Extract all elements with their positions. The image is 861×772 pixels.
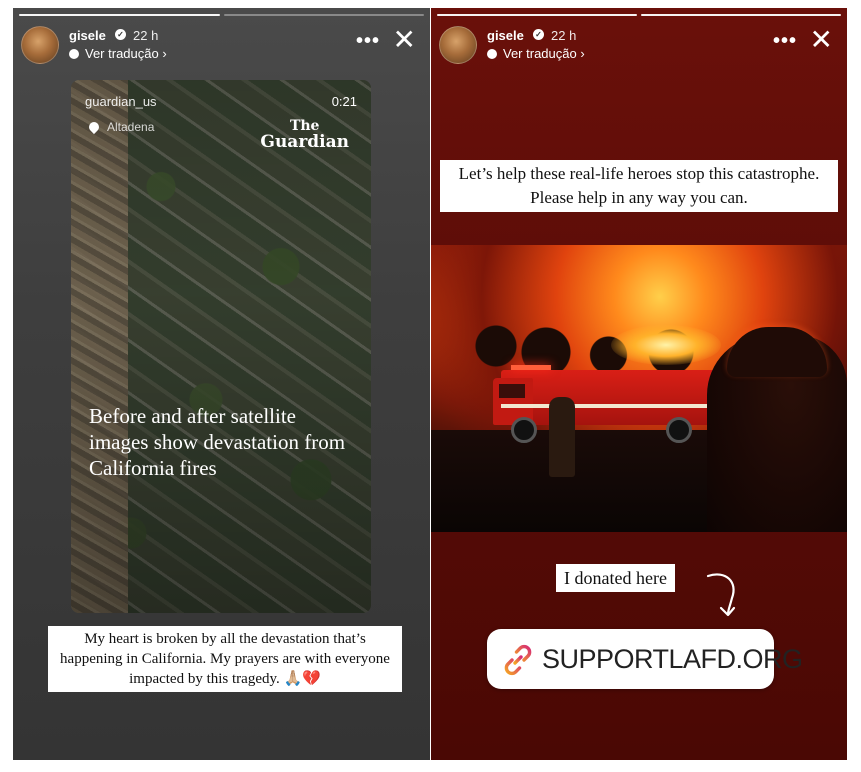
progress-segment xyxy=(223,14,424,16)
link-label[interactable]: SUPPORTLAFD.ORG xyxy=(542,644,803,674)
translate-bubble-icon xyxy=(69,49,79,59)
truck-lightbar xyxy=(511,365,551,370)
truck-stripe xyxy=(501,404,721,408)
media-headline: Before and after satellite images show d… xyxy=(89,404,346,480)
progress-segment xyxy=(641,14,841,16)
username[interactable]: gisele xyxy=(487,28,524,43)
story-caption: My heart is broken by all the devastatio… xyxy=(48,626,402,692)
fire-truck xyxy=(493,365,721,425)
firefighter-helmet xyxy=(727,327,827,377)
curved-arrow-icon xyxy=(706,573,736,617)
chevron-right-icon: › xyxy=(580,46,585,61)
logo-line-2: Guardian xyxy=(260,132,349,152)
verified-badge-icon: ✓ xyxy=(115,29,126,40)
close-icon[interactable]: ✕ xyxy=(810,26,833,54)
truck-wheel xyxy=(666,417,692,443)
location-pin-icon xyxy=(86,119,102,135)
reel-media-card[interactable]: guardian_us 0:21 Altadena The Guardian B… xyxy=(71,80,371,613)
story-caption: Let’s help these real-life heroes stop t… xyxy=(440,160,838,212)
media-duration: 0:21 xyxy=(331,94,357,109)
truck-wheel xyxy=(511,417,537,443)
avatar[interactable] xyxy=(439,26,477,64)
translate-label: Ver tradução xyxy=(85,46,159,61)
progress-segment xyxy=(437,14,637,16)
media-shade xyxy=(71,80,371,613)
location-label: Altadena xyxy=(107,120,155,134)
story-header: gisele ✓ 22 h Ver tradução › ••• ✕ xyxy=(439,24,839,68)
truck-window xyxy=(499,384,525,398)
media-source[interactable]: guardian_us xyxy=(85,94,157,109)
post-time: 22 h xyxy=(551,28,577,43)
story-panel-right[interactable]: gisele ✓ 22 h Ver tradução › ••• ✕ Let’s… xyxy=(431,8,847,760)
fire-glow xyxy=(611,325,721,365)
link-icon xyxy=(504,644,532,676)
media-location[interactable]: Altadena xyxy=(86,119,155,135)
avatar[interactable] xyxy=(21,26,59,64)
firefighter-figure xyxy=(549,397,575,477)
translate-label: Ver tradução xyxy=(503,46,577,61)
chevron-right-icon: › xyxy=(162,46,167,61)
donated-text: I donated here xyxy=(556,564,675,592)
username[interactable]: gisele xyxy=(69,28,106,43)
more-options-icon[interactable]: ••• xyxy=(773,30,797,53)
translate-bubble-icon xyxy=(487,49,497,59)
progress-segment xyxy=(19,14,220,16)
story-progress-bar xyxy=(19,14,424,16)
translate-link[interactable]: Ver tradução › xyxy=(487,46,585,61)
link-sticker[interactable]: SUPPORTLAFD.ORG xyxy=(487,629,803,689)
story-progress-bar xyxy=(437,14,841,16)
more-options-icon[interactable]: ••• xyxy=(356,30,380,53)
fire-truck-photo xyxy=(431,245,847,532)
verified-badge-icon: ✓ xyxy=(533,29,544,40)
close-icon[interactable]: ✕ xyxy=(393,26,416,54)
translate-link[interactable]: Ver tradução › xyxy=(69,46,167,61)
guardian-logo: The Guardian xyxy=(260,118,349,152)
story-panel-left[interactable]: gisele ✓ 22 h Ver tradução › ••• ✕ guard… xyxy=(13,8,430,760)
post-time: 22 h xyxy=(133,28,159,43)
story-header: gisele ✓ 22 h Ver tradução › ••• ✕ xyxy=(21,24,422,68)
